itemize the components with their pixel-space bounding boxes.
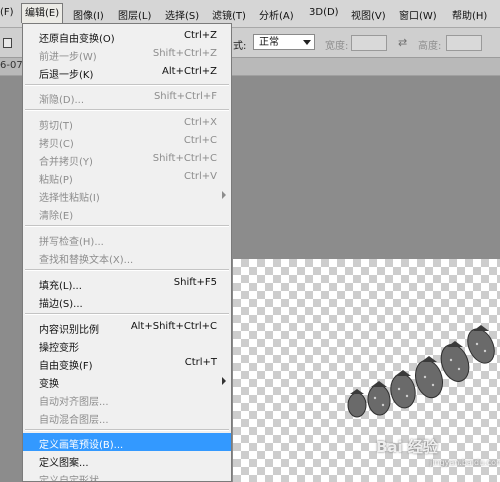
menu-item-transform[interactable]: 变换: [23, 372, 231, 390]
menu-item-label: 操控变形: [39, 343, 79, 354]
menu-item-fill[interactable]: 填充(L)... Shift+F5: [23, 274, 231, 292]
menu-layer[interactable]: 图层(L): [118, 7, 151, 22]
menu-item-paste-special[interactable]: 选择性粘贴(I): [23, 186, 231, 204]
tool-preset-icon[interactable]: [3, 38, 12, 48]
menu-item-label: 查找和替换文本(X)...: [39, 255, 134, 266]
menu-item-label: 选择性粘贴(I): [39, 193, 100, 204]
menu-item-shortcut: Alt+Shift+Ctrl+C: [130, 321, 217, 332]
menu-view[interactable]: 视图(V): [351, 7, 386, 22]
swap-arrows-icon[interactable]: ⇄: [398, 36, 407, 49]
menu-item-free-transform[interactable]: 自由变换(F) Ctrl+T: [23, 354, 231, 372]
menu-item-label: 定义画笔预设(B)...: [39, 440, 124, 451]
menu-item-paste[interactable]: 粘贴(P) Ctrl+V: [23, 168, 231, 186]
menu-help[interactable]: 帮助(H): [452, 7, 487, 22]
menu-item-label: 自动混合图层...: [39, 415, 109, 426]
menu-item-label: 还原自由变换(O): [39, 34, 115, 45]
menu-item-define-custom-shape[interactable]: 定义自定形状...: [23, 469, 231, 482]
menu-item-shortcut: Ctrl+Z: [183, 30, 217, 41]
menu-item-auto-align-layers[interactable]: 自动对齐图层...: [23, 390, 231, 408]
menu-separator: [25, 429, 229, 431]
menu-item-stroke[interactable]: 描边(S)...: [23, 292, 231, 310]
menu-separator: [25, 313, 229, 315]
height-label: 高度:: [418, 41, 442, 52]
menu-image[interactable]: 图像(I): [73, 7, 104, 22]
menu-3d[interactable]: 3D(D): [309, 7, 339, 18]
menu-item-fade[interactable]: 渐隐(D)... Shift+Ctrl+F: [23, 88, 231, 106]
menu-item-content-aware-scale[interactable]: 内容识别比例 Alt+Shift+Ctrl+C: [23, 318, 231, 336]
menu-item-label: 填充(L)...: [39, 281, 82, 292]
menu-item-step-backward[interactable]: 后退一步(K) Alt+Ctrl+Z: [23, 63, 231, 81]
menu-item-label: 清除(E): [39, 211, 74, 222]
mode-select[interactable]: 正常: [253, 34, 315, 50]
menu-item-shortcut: Ctrl+X: [183, 117, 217, 128]
mode-value: 正常: [259, 37, 279, 48]
menu-item-label: 内容识别比例: [39, 325, 99, 336]
menu-item-label: 渐隐(D)...: [39, 95, 85, 106]
menu-item-shortcut: Shift+Ctrl+F: [153, 91, 217, 102]
menu-item-cut[interactable]: 剪切(T) Ctrl+X: [23, 114, 231, 132]
submenu-arrow-icon: [222, 191, 226, 199]
menu-item-label: 定义图案...: [39, 458, 89, 469]
menu-item-shortcut: Ctrl+V: [183, 171, 217, 182]
menu-edit[interactable]: 编辑(E): [21, 3, 64, 23]
menu-item-label: 剪切(T): [39, 121, 73, 132]
menu-item-shortcut: Alt+Ctrl+Z: [162, 66, 217, 77]
canvas[interactable]: [233, 259, 500, 482]
height-field[interactable]: [446, 35, 482, 51]
menu-item-find-replace[interactable]: 查找和替换文本(X)...: [23, 248, 231, 266]
menu-item-undo-free-transform[interactable]: 还原自由变换(O) Ctrl+Z: [23, 27, 231, 45]
width-label: 宽度:: [325, 41, 349, 52]
menu-item-label: 粘贴(P): [39, 175, 73, 186]
menu-item-label: 自动对齐图层...: [39, 397, 109, 408]
menu-item-spell-check[interactable]: 拼写检查(H)...: [23, 230, 231, 248]
menu-item-define-pattern[interactable]: 定义图案...: [23, 451, 231, 469]
menu-item-label: 自由变换(F): [39, 361, 93, 372]
menu-item-shortcut: Shift+F5: [173, 277, 217, 288]
menu-window[interactable]: 窗口(W): [399, 7, 437, 22]
menu-analysis[interactable]: 分析(A): [259, 7, 294, 22]
menu-item-label: 定义自定形状...: [39, 476, 109, 482]
menu-separator: [25, 269, 229, 271]
menu-separator: [25, 225, 229, 227]
edit-menu: 还原自由变换(O) Ctrl+Z 前进一步(W) Shift+Ctrl+Z 后退…: [22, 23, 232, 482]
menu-item-define-brush-preset[interactable]: 定义画笔预设(B)...: [23, 433, 231, 451]
menu-item-label: 描边(S)...: [39, 299, 83, 310]
menu-item-label: 拼写检查(H)...: [39, 237, 104, 248]
menu-item-shortcut: Shift+Ctrl+Z: [152, 48, 217, 59]
menu-item-shortcut: Shift+Ctrl+C: [152, 153, 217, 164]
watermark-url: jingyan.baidu.com: [430, 458, 500, 467]
document-tab-label: 6-07: [0, 60, 23, 71]
menu-item-label: 后退一步(K): [39, 70, 94, 81]
submenu-arrow-icon: [222, 377, 226, 385]
menu-file[interactable]: (F): [0, 7, 14, 18]
menu-item-auto-blend-layers[interactable]: 自动混合图层...: [23, 408, 231, 426]
menu-item-label: 拷贝(C): [39, 139, 74, 150]
width-field[interactable]: [351, 35, 387, 51]
menu-item-label: 变换: [39, 379, 59, 390]
menu-item-shortcut: Ctrl+C: [183, 135, 217, 146]
menu-item-clear[interactable]: 清除(E): [23, 204, 231, 222]
chevron-down-icon: [303, 40, 311, 45]
menu-item-copy-merged[interactable]: 合并拷贝(Y) Shift+Ctrl+C: [23, 150, 231, 168]
strawberries-image: [347, 325, 495, 418]
menu-item-copy[interactable]: 拷贝(C) Ctrl+C: [23, 132, 231, 150]
menu-separator: [25, 109, 229, 111]
watermark: Bai 经验: [376, 438, 438, 456]
menu-item-shortcut: Ctrl+T: [184, 357, 217, 368]
menu-separator: [25, 84, 229, 86]
menu-item-label: 前进一步(W): [39, 52, 97, 63]
menu-item-label: 合并拷贝(Y): [39, 157, 93, 168]
menu-item-puppet-warp[interactable]: 操控变形: [23, 336, 231, 354]
menu-filter[interactable]: 滤镜(T): [212, 7, 246, 22]
menu-select[interactable]: 选择(S): [165, 7, 199, 22]
menu-item-step-forward[interactable]: 前进一步(W) Shift+Ctrl+Z: [23, 45, 231, 63]
mode-label: 式:: [233, 41, 247, 52]
